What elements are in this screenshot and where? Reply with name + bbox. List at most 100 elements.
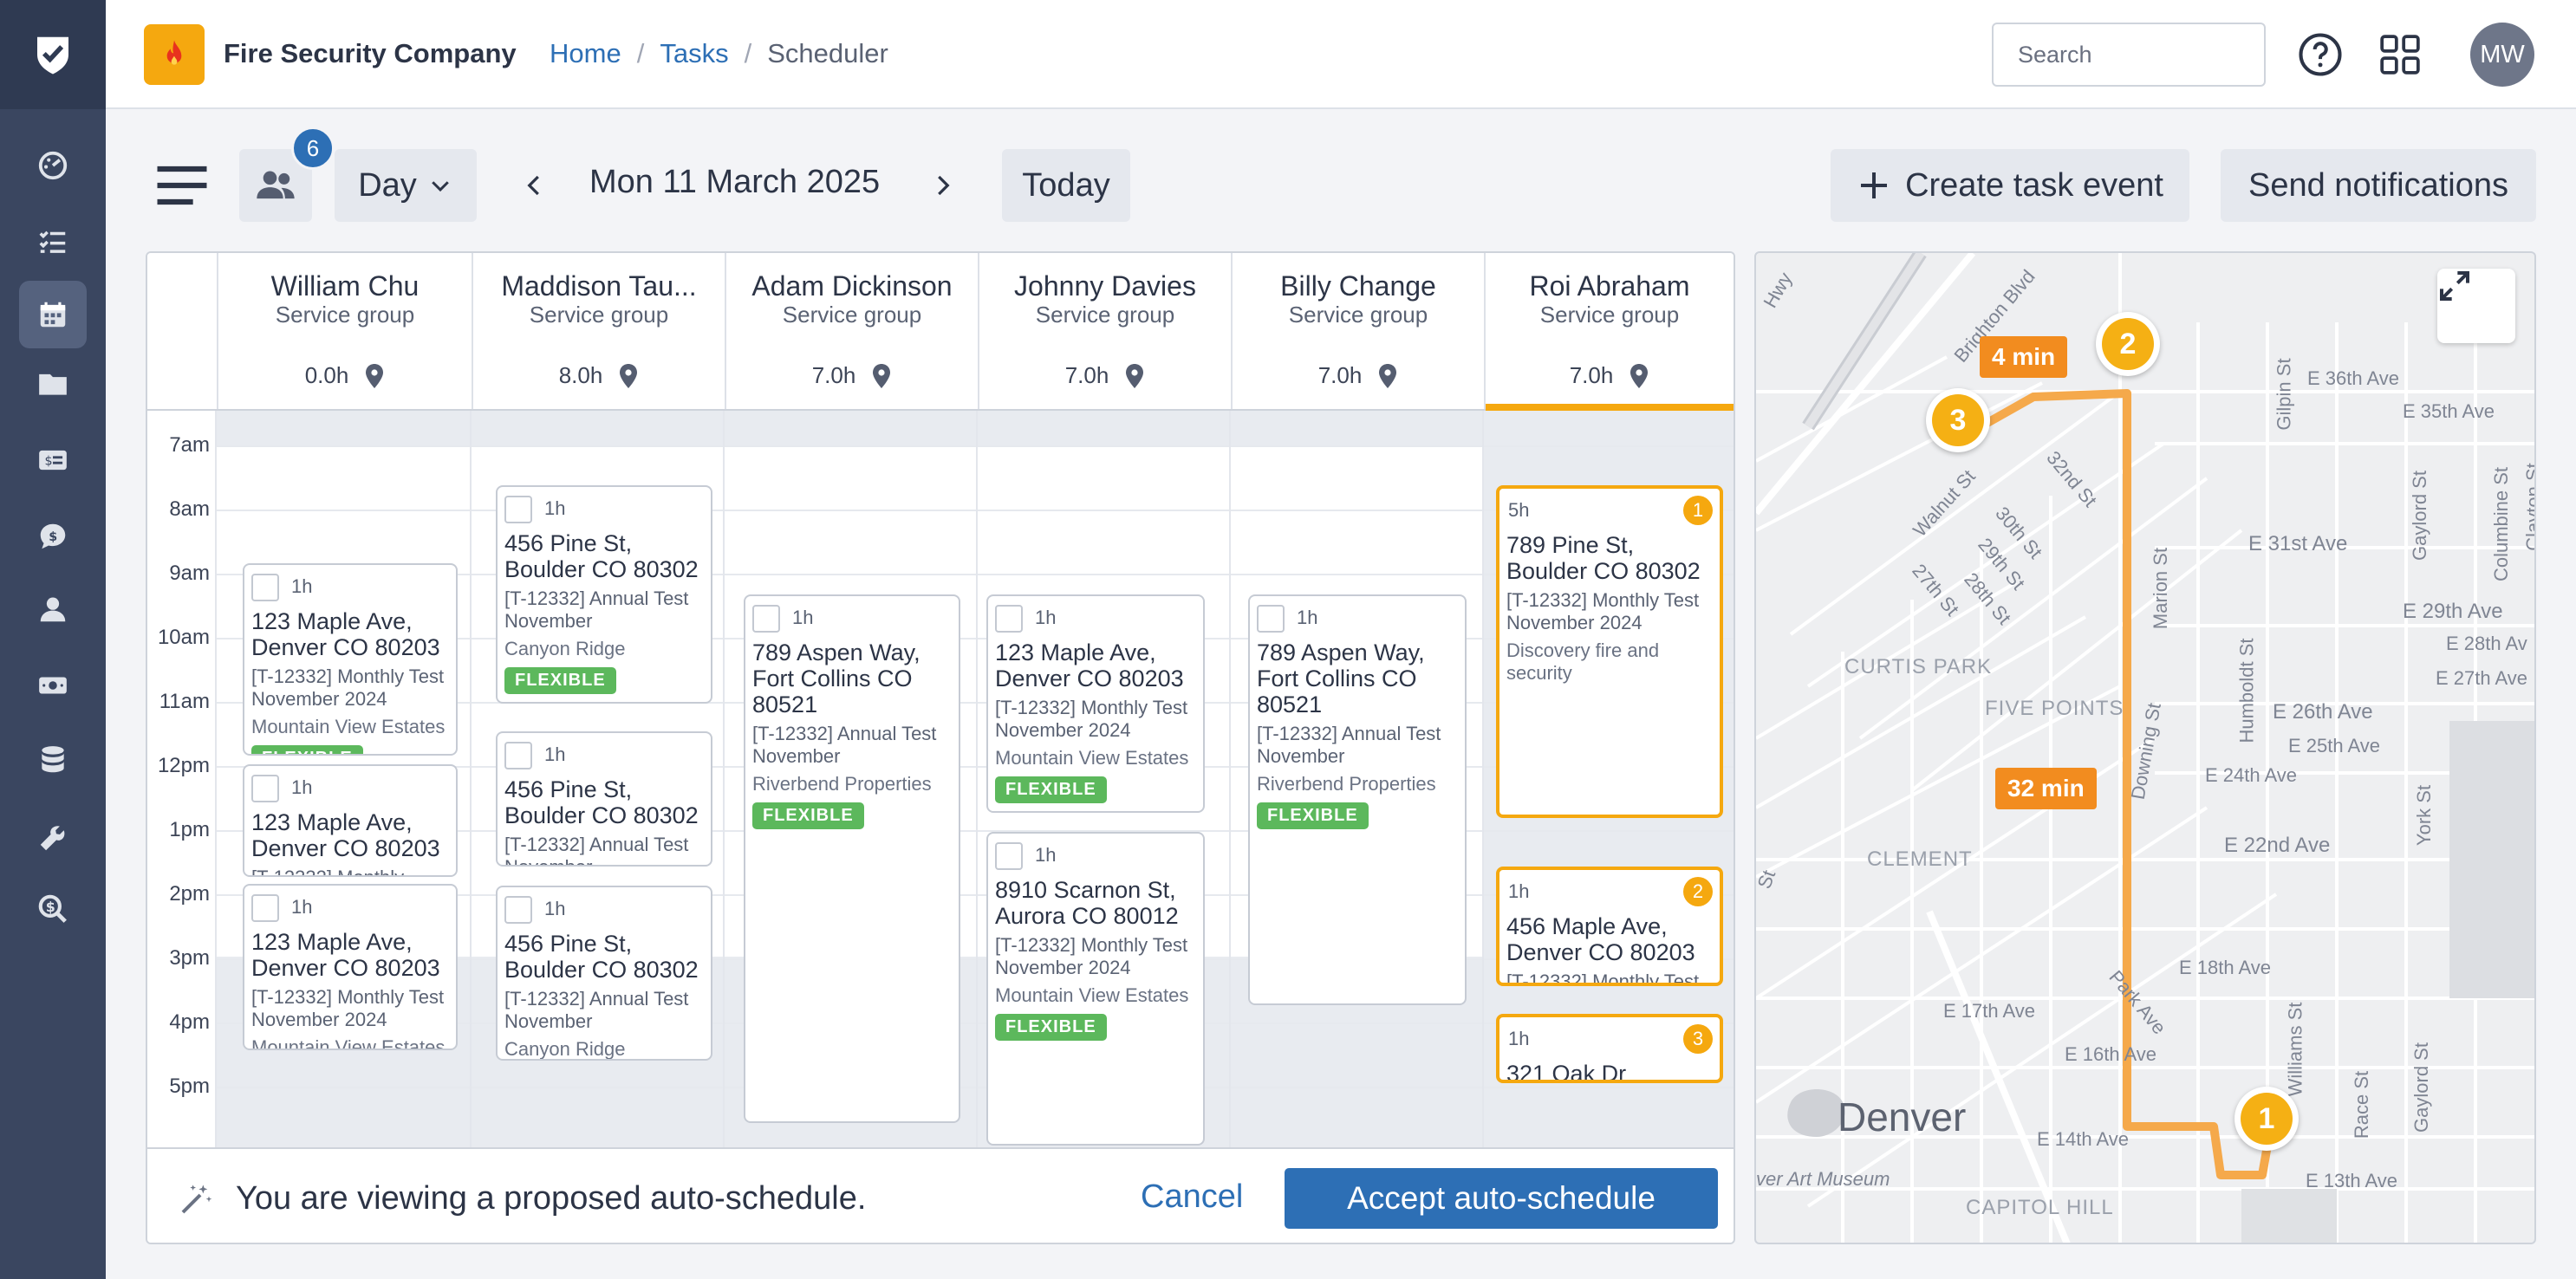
accept-auto-schedule-button[interactable]: Accept auto-schedule	[1285, 1168, 1718, 1229]
apps-grid-icon[interactable]	[2378, 33, 2422, 76]
expand-map-button[interactable]	[2437, 269, 2515, 343]
previous-day-button[interactable]	[513, 161, 556, 210]
task-checkbox[interactable]	[1257, 605, 1285, 633]
proposed-task-event-card[interactable]: 1h 3 321 Oak Dr	[1496, 1014, 1723, 1083]
task-checkbox[interactable]	[504, 742, 532, 769]
company-logo[interactable]	[144, 24, 205, 85]
chat-dollar-icon: $	[40, 523, 66, 549]
task-checkbox[interactable]	[995, 842, 1023, 870]
sidebar-item-files[interactable]	[19, 350, 87, 418]
sidebar-item-tasks[interactable]	[19, 208, 87, 276]
time-label: 8am	[169, 497, 210, 521]
map-pin-icon[interactable]	[1124, 363, 1145, 388]
send-notifications-button[interactable]: Send notifications	[2221, 149, 2536, 222]
resource-column-header[interactable]: Adam Dickinson Service group 7.0h	[725, 253, 978, 409]
create-task-event-button[interactable]: Create task event	[1831, 149, 2189, 222]
route-stop-pin[interactable]: 3	[1926, 388, 1990, 452]
route-stop-pin[interactable]: 2	[2096, 312, 2160, 376]
task-checkbox[interactable]	[995, 605, 1023, 633]
task-checkbox[interactable]	[251, 574, 279, 601]
task-address: 123 Maple Ave, Denver CO 80203	[251, 608, 440, 660]
cancel-button[interactable]: Cancel	[1141, 1178, 1243, 1216]
app-logo[interactable]	[0, 0, 106, 109]
column-divider	[1482, 411, 1484, 1147]
search-input[interactable]	[1992, 23, 2266, 87]
breadcrumb-current: Scheduler	[767, 38, 888, 68]
task-checkbox[interactable]	[752, 605, 780, 633]
view-select[interactable]: Day	[335, 149, 477, 222]
task-description: [T-12332] Monthly Test November 2024	[251, 665, 445, 710]
task-event-card[interactable]: 1h 456 Pine St, Boulder CO 80302 [T-12332…	[496, 731, 712, 867]
task-event-card[interactable]: 1h 456 Pine St, Boulder CO 80302 [T-12332…	[496, 886, 712, 1061]
map-pin-icon[interactable]	[1377, 363, 1398, 388]
sidebar-item-scheduler[interactable]	[19, 281, 87, 348]
next-day-button[interactable]	[920, 161, 964, 210]
task-checkbox[interactable]	[504, 496, 532, 523]
task-event-card[interactable]: 1h 8910 Scarnon St, Aurora CO 80012 [T-12…	[986, 832, 1205, 1146]
flexible-badge: FLEXIBLE	[752, 802, 864, 829]
breadcrumb-tasks[interactable]: Tasks	[660, 38, 728, 69]
sidebar-item-pricing[interactable]: $	[19, 875, 87, 943]
sidebar-item-tools[interactable]	[19, 804, 87, 872]
resource-column-header[interactable]: Maddison Tau... Service group 8.0h	[472, 253, 725, 409]
proposed-task-event-card[interactable]: 1h 2 456 Maple Ave, Denver CO 80203 [T-12…	[1496, 867, 1723, 986]
task-event-card[interactable]: 1h 123 Maple Ave, Denver CO 80203 [T-1233…	[986, 594, 1205, 813]
street-label: Humboldt St	[2235, 638, 2258, 743]
resource-group: Service group	[1288, 302, 1428, 328]
route-stop-pin[interactable]: 1	[2234, 1087, 2299, 1151]
sidebar-item-payments[interactable]	[19, 652, 87, 719]
task-event-card[interactable]: 1h 123 Maple Ave, Denver CO 80203 [T-1233…	[243, 764, 458, 877]
resource-hours: 7.0h	[979, 362, 1231, 389]
task-event-card[interactable]: 1h 123 Maple Ave, Denver CO 80203 [T-1233…	[243, 884, 458, 1050]
hamburger-menu-icon[interactable]	[149, 153, 215, 218]
task-description: [T-12332] Annual Test November	[752, 723, 937, 767]
route-map[interactable]: Hwy Brighton Blvd Gilpin St E 36th Ave E…	[1754, 251, 2536, 1244]
task-duration: 1h	[544, 497, 566, 519]
task-event-card[interactable]: 1h 123 Maple Ave, Denver CO 80203 [T-1233…	[243, 563, 458, 756]
sidebar-item-contacts[interactable]	[19, 575, 87, 643]
resource-column-header[interactable]: Billy Change Service group 7.0h	[1231, 253, 1484, 409]
task-description: [T-12332] Monthly Test November 2024	[995, 934, 1188, 978]
help-icon[interactable]	[2297, 31, 2344, 78]
auto-schedule-message: You are viewing a proposed auto-schedule…	[236, 1180, 867, 1217]
sidebar-item-database[interactable]	[19, 726, 87, 794]
today-button[interactable]: Today	[1002, 149, 1130, 222]
task-event-card[interactable]: 1h 789 Aspen Way, Fort Collins CO 80521 […	[744, 594, 960, 1123]
resource-column-header-selected[interactable]: Roi Abraham Service group 7.0h	[1484, 253, 1734, 411]
resource-hours: 0.0h	[218, 362, 472, 389]
resource-name: Roi Abraham	[1529, 270, 1690, 302]
task-checkbox[interactable]	[251, 894, 279, 922]
proposed-task-event-card[interactable]: 5h 1 789 Pine St, Boulder CO 80302 [T-123…	[1496, 485, 1723, 818]
resource-group: Service group	[782, 302, 922, 328]
task-address: 456 Pine St, Boulder CO 80302	[504, 530, 699, 582]
resource-column-header[interactable]: William Chu Service group 0.0h	[217, 253, 472, 409]
map-pin-icon[interactable]	[1629, 363, 1649, 388]
resource-hours: 7.0h	[1233, 362, 1484, 389]
database-icon	[42, 746, 64, 773]
map-pin-icon[interactable]	[364, 363, 385, 388]
sidebar-item-quotes[interactable]: $	[19, 503, 87, 570]
task-description: [T-12332] Monthly Test	[1506, 971, 1700, 986]
user-avatar[interactable]: MW	[2470, 23, 2534, 87]
search-dollar-icon: $	[38, 894, 67, 923]
task-event-card[interactable]: 1h 789 Aspen Way, Fort Collins CO 80521 […	[1248, 594, 1467, 1005]
task-checkbox[interactable]	[504, 896, 532, 924]
map-pin-icon[interactable]	[871, 363, 892, 388]
route-stop-number: 2	[2102, 318, 2154, 370]
svg-text:$: $	[49, 530, 57, 544]
sidebar-item-billing[interactable]: $	[19, 426, 87, 494]
street-label: E 27th Ave	[2436, 667, 2528, 689]
task-description: [T-12332] Monthly	[251, 867, 451, 875]
cash-icon	[39, 677, 67, 694]
resource-hours-value: 7.0h	[1569, 362, 1614, 388]
resource-column-header[interactable]: Johnny Davies Service group 7.0h	[978, 253, 1231, 409]
task-event-card[interactable]: 1h 456 Pine St, Boulder CO 80302 [T-12332…	[496, 485, 712, 704]
task-checkbox[interactable]	[251, 775, 279, 802]
breadcrumb-home[interactable]: Home	[550, 38, 621, 69]
resource-group: Service group	[1035, 302, 1175, 328]
sidebar-item-dashboard[interactable]	[19, 132, 87, 199]
task-description: [T-12332] Annual Test November	[504, 834, 689, 865]
travel-time-tag: 4 min	[1980, 336, 2068, 378]
map-pin-icon[interactable]	[618, 363, 639, 388]
street-label: E 26th Ave	[2273, 700, 2373, 724]
